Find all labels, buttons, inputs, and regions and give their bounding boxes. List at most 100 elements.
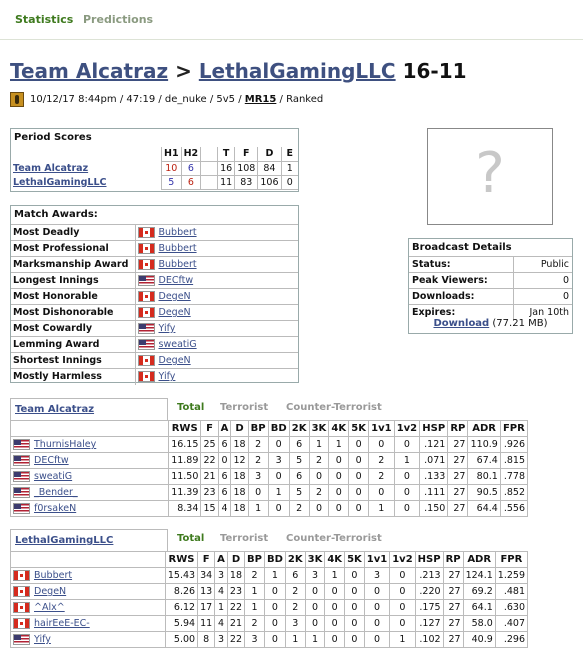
stat-column-header: F [200,420,219,437]
stat-cell: 1 [368,500,395,517]
usa-flag-icon [137,275,155,286]
period-cell: 16 [217,161,235,176]
canada-flag-icon [13,602,30,613]
period-cell: 11 [217,175,235,190]
player-link[interactable]: hairEeE-EC- [34,618,90,629]
stat-cell: 34 [197,567,215,584]
period-cell: 108 [234,161,258,176]
match-format[interactable]: MR15 [245,94,277,105]
stat-cell: 27 [447,468,468,485]
stat-cell: 0 [344,599,365,616]
canada-flag-icon [137,291,155,302]
period-cell: 84 [257,161,281,176]
stat-cell: 0 [389,599,416,616]
stat-cell: 0 [328,484,349,501]
tab-counter-terrorist[interactable]: Counter-Terrorist [286,533,382,544]
player-link[interactable]: DegeN [34,586,66,597]
team1-link[interactable]: Team Alcatraz [10,59,168,83]
award-name: Most Cowardly [11,320,136,337]
period-cell: 10 [161,161,182,176]
player-link[interactable]: ThurnisHaley [34,439,96,450]
stat-cell: 1 [214,599,228,616]
award-player-link[interactable]: sweatiG [159,339,197,350]
award-player-link[interactable]: Bubbert [159,227,197,238]
period-cell: 1 [280,161,298,176]
stat-cell: 0 [324,583,345,600]
canada-flag-icon [13,586,30,597]
stat-cell: 0 [363,599,390,616]
stat-cell: .133 [419,468,448,485]
stat-cell: 22 [226,631,245,648]
award-player-link[interactable]: Bubbert [159,243,197,254]
stat-cell: 11.50 [167,468,201,485]
download-link[interactable]: Download [433,318,489,329]
stat-cell: 11 [197,615,215,632]
stat-cell: 2 [368,468,395,485]
tab-counter-terrorist[interactable]: Counter-Terrorist [286,402,382,413]
canada-flag-icon [137,259,155,270]
award-player-link[interactable]: DegeN [159,355,191,366]
stat-column-header: D [230,420,249,437]
usa-flag-icon [137,323,155,334]
stat-cell: .815 [499,452,528,469]
award-player-link[interactable]: DegeN [159,307,191,318]
team1-stats-section: Team Alcatraz Total Terrorist Counter-Te… [10,398,528,517]
award-name: Most Deadly [11,224,136,241]
player-link[interactable]: Yify [34,634,51,645]
stat-cell: 0 [263,599,286,616]
stat-cell: 27 [442,599,464,616]
stat-cell: .175 [414,599,444,616]
team2-name-link[interactable]: LethalGamingLLC [15,535,113,546]
tab-terrorist[interactable]: Terrorist [220,402,268,413]
award-player-link[interactable]: DegeN [159,291,191,302]
award-name: Marksmanship Award [11,256,136,273]
stat-cell: 0 [324,631,345,648]
player-link[interactable]: f0rsakeN [34,503,76,514]
award-player-link[interactable]: Yify [159,371,176,382]
tab-statistics[interactable]: Statistics [15,13,73,26]
stat-cell: 64.1 [462,599,496,616]
player-link[interactable]: _Bender_ [34,487,78,498]
tab-total[interactable]: Total [177,402,204,413]
stat-cell: 2 [308,484,329,501]
tab-predictions[interactable]: Predictions [83,13,153,26]
stat-column-header: BD [267,420,290,437]
period-team-link[interactable]: Team Alcatraz [13,163,88,174]
stats-header-row: RWS F A D BP BD 2K 3K 4K 5K 1v1 1v2 HSP RP ADR FPR [11,420,528,437]
player-link[interactable]: Bubbert [34,570,72,581]
period-team-link[interactable]: LethalGamingLLC [13,177,106,188]
stat-cell: .220 [414,583,444,600]
stat-cell: 3 [214,631,228,648]
player-row: _Bender_ 11.39 23 6 18 0 1 5 2 0 0 0 0.111 27 90.5.852 [10,484,528,501]
stat-cell: 18 [226,567,245,584]
award-row: Most Dishonorable DegeN [11,304,298,321]
stat-cell: 18 [230,500,249,517]
stat-column-header: 3K [308,420,329,437]
stat-cell: 8.34 [167,500,201,517]
player-row: DegeN 8.26 13 4 23 1 0 2 0 0 0 0 0.220 27 69.2.481 [10,583,528,600]
player-link[interactable]: ^Alx^ [34,602,65,613]
award-player-link[interactable]: Yify [159,323,176,334]
player-link[interactable]: DECftw [34,455,69,466]
stat-cell: 0 [393,468,420,485]
player-row: ^Alx^ 6.12 17 1 22 1 0 2 0 0 0 0 0.175 27 64.1.630 [10,599,528,616]
award-player-link[interactable]: DECftw [159,275,194,286]
awards-table: Most Deadly Bubbert Most Professional Bubbe… [11,224,298,385]
usa-flag-icon [137,339,155,350]
stat-cell: .213 [414,567,444,584]
award-row: Marksmanship Award Bubbert [11,256,298,273]
team2-link[interactable]: LethalGamingLLC [199,59,396,83]
broadcast-key: Peak Viewers: [409,272,514,289]
tab-terrorist[interactable]: Terrorist [220,533,268,544]
download-row: Download (77.21 MB) [408,318,573,329]
stat-cell: 0 [344,567,365,584]
stat-cell: 4 [217,500,231,517]
team2-name-cell: LethalGamingLLC [10,529,168,551]
stat-cell: 2 [308,452,329,469]
team1-name-link[interactable]: Team Alcatraz [15,404,94,415]
award-name: Lemming Award [11,336,136,353]
tab-total[interactable]: Total [177,533,204,544]
award-player-link[interactable]: Bubbert [159,259,197,270]
stat-column-header: D [226,551,245,568]
player-link[interactable]: sweatiG [34,471,72,482]
